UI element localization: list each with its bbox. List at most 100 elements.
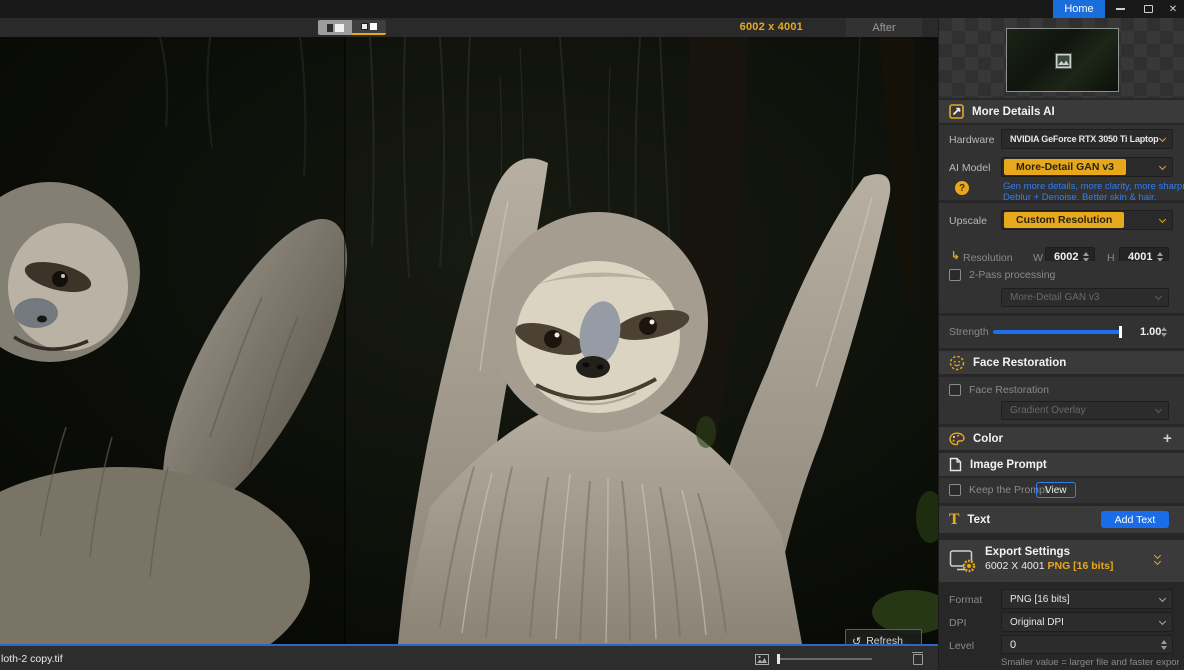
upscale-dropdown[interactable]: Custom Resolution	[1001, 210, 1173, 230]
face-restoration-label: Face Restoration	[969, 384, 1049, 396]
export-options: Format PNG [16 bits] DPI Original DPI Le…	[939, 584, 1184, 670]
split-view-icon	[361, 23, 368, 30]
view-prompt-button[interactable]: View	[1036, 482, 1076, 498]
face-restoration-icon	[949, 355, 965, 371]
level-spinner-arrows[interactable]	[1161, 640, 1167, 650]
navigator[interactable]	[939, 18, 1184, 98]
slider-track[interactable]	[777, 658, 872, 660]
settings-panel: More Details AI Hardware NVIDIA GeForce …	[938, 18, 1184, 670]
keep-prompt-checkbox[interactable]	[949, 484, 961, 496]
strength-slider[interactable]	[993, 330, 1121, 334]
text-tool-icon: T	[949, 512, 959, 528]
section-title: Text	[967, 514, 990, 526]
hardware-chevron-icon	[1159, 134, 1166, 141]
level-value: 0	[1002, 639, 1161, 651]
maximize-icon	[1144, 5, 1153, 13]
image-placeholder-icon	[1055, 53, 1072, 69]
upscale-value: Custom Resolution	[1004, 212, 1124, 228]
image-prompt-icon	[949, 457, 962, 472]
face-restoration-block: Face Restoration Gradient Overlay	[939, 377, 1184, 424]
ai-model-value: More-Detail GAN v3	[1004, 159, 1126, 175]
section-title: Color	[973, 433, 1003, 445]
color-add-button[interactable]: +	[1163, 430, 1172, 447]
export-summary-size: 6002 X 4001	[985, 560, 1045, 572]
two-pass-checkbox[interactable]	[949, 269, 961, 281]
export-summary: 6002 X 4001 PNG [16 bits]	[985, 560, 1113, 572]
add-text-button[interactable]: Add Text	[1101, 511, 1169, 528]
more-details-icon	[949, 104, 964, 119]
hardware-dropdown[interactable]: NVIDIA GeForce RTX 3050 Ti Laptop GPU	[1001, 129, 1173, 149]
model-settings-block: Hardware NVIDIA GeForce RTX 3050 Ti Lapt…	[939, 125, 1184, 200]
model-description-line2: Deblur + Denoise. Better skin & hair.	[1003, 192, 1156, 203]
statusbar: loth-2 copy.tif	[0, 644, 938, 670]
strength-input[interactable]: 1.00	[1131, 322, 1173, 342]
split-view-button[interactable]	[352, 20, 386, 35]
section-title: Image Prompt	[970, 459, 1047, 471]
format-chevron-icon	[1159, 594, 1166, 601]
navigator-thumbnail[interactable]	[1006, 28, 1119, 92]
filename-label: loth-2 copy.tif	[1, 653, 63, 665]
refresh-icon: ↺	[852, 635, 861, 645]
two-pass-label: 2-Pass processing	[969, 269, 1055, 281]
single-view-icon	[327, 24, 333, 32]
format-value: PNG [16 bits]	[1002, 594, 1160, 605]
dpi-chevron-icon	[1159, 617, 1166, 624]
image-prompt-block: Keep the Prompt View	[939, 478, 1184, 503]
face-mode-value: Gradient Overlay	[1002, 405, 1156, 416]
refresh-button[interactable]: ↺ Refresh	[846, 630, 921, 644]
refresh-label: Refresh	[866, 635, 903, 644]
face-restoration-checkbox[interactable]	[949, 384, 961, 396]
dpi-label: DPI	[949, 617, 967, 629]
section-face-restoration[interactable]: Face Restoration	[939, 351, 1184, 374]
two-pass-model-dropdown[interactable]: More-Detail GAN v3	[1001, 288, 1169, 307]
two-pass-model-value: More-Detail GAN v3	[1002, 292, 1156, 303]
minimize-button[interactable]	[1108, 0, 1132, 18]
export-title: Export Settings	[985, 546, 1113, 558]
format-dropdown[interactable]: PNG [16 bits]	[1001, 589, 1173, 609]
section-export-settings[interactable]: Export Settings 6002 X 4001 PNG [16 bits…	[939, 540, 1184, 582]
app-window: Home ✕ 6002 x 4001 After	[0, 0, 1184, 670]
upscale-label: Upscale	[949, 215, 987, 227]
section-title: Face Restoration	[973, 357, 1066, 369]
close-button[interactable]: ✕	[1162, 0, 1184, 18]
level-hint: Smaller value = larger file and faster e…	[1001, 657, 1179, 668]
section-image-prompt[interactable]: Image Prompt	[939, 453, 1184, 476]
strength-block: Strength 1.00	[939, 316, 1184, 348]
ai-model-dropdown[interactable]: More-Detail GAN v3	[1001, 157, 1173, 177]
export-summary-format: PNG	[1047, 560, 1070, 572]
viewer-controls-overlay: ↺ Refresh 100%	[845, 629, 922, 644]
strength-spinner-arrows[interactable]	[1161, 327, 1167, 337]
color-palette-icon	[949, 432, 965, 446]
sloth-photo	[0, 37, 938, 644]
model-description-line1: Gen more details, more clarity, more sha…	[1003, 181, 1184, 192]
output-resolution-label: 6002 x 4001	[740, 21, 803, 33]
thumbnail-size-slider[interactable]	[755, 655, 875, 663]
format-label: Format	[949, 594, 982, 606]
section-color[interactable]: Color +	[939, 427, 1184, 450]
section-more-details-ai[interactable]: More Details AI	[939, 100, 1184, 123]
face-mode-dropdown[interactable]: Gradient Overlay	[1001, 401, 1169, 420]
level-label: Level	[949, 640, 974, 652]
maximize-button[interactable]	[1136, 0, 1160, 18]
face-mode-chevron-icon	[1155, 406, 1162, 413]
dpi-dropdown[interactable]: Original DPI	[1001, 612, 1173, 632]
strength-slider-handle[interactable]	[1119, 326, 1122, 338]
ai-model-label: AI Model	[949, 162, 990, 174]
image-size-icon	[755, 654, 769, 665]
titlebar: Home ✕	[0, 0, 1184, 18]
after-badge: After	[846, 18, 922, 37]
strength-label: Strength	[949, 326, 989, 338]
slider-handle[interactable]	[777, 654, 780, 664]
trash-icon[interactable]	[912, 652, 923, 664]
export-summary-bits: [16 bits]	[1073, 560, 1113, 572]
export-settings-icon	[949, 549, 977, 573]
home-button[interactable]: Home	[1053, 0, 1105, 18]
help-icon[interactable]: ?	[955, 181, 969, 195]
hardware-value: NVIDIA GeForce RTX 3050 Ti Laptop GPU	[1002, 134, 1160, 144]
export-collapse-chevron-icon[interactable]	[1155, 553, 1160, 564]
two-pass-chevron-icon	[1155, 293, 1162, 300]
single-view-button[interactable]	[318, 20, 352, 35]
section-text[interactable]: T Text Add Text	[939, 506, 1184, 533]
level-input[interactable]: 0	[1001, 635, 1173, 654]
photo-canvas[interactable]: ↺ Refresh 100%	[0, 37, 938, 644]
